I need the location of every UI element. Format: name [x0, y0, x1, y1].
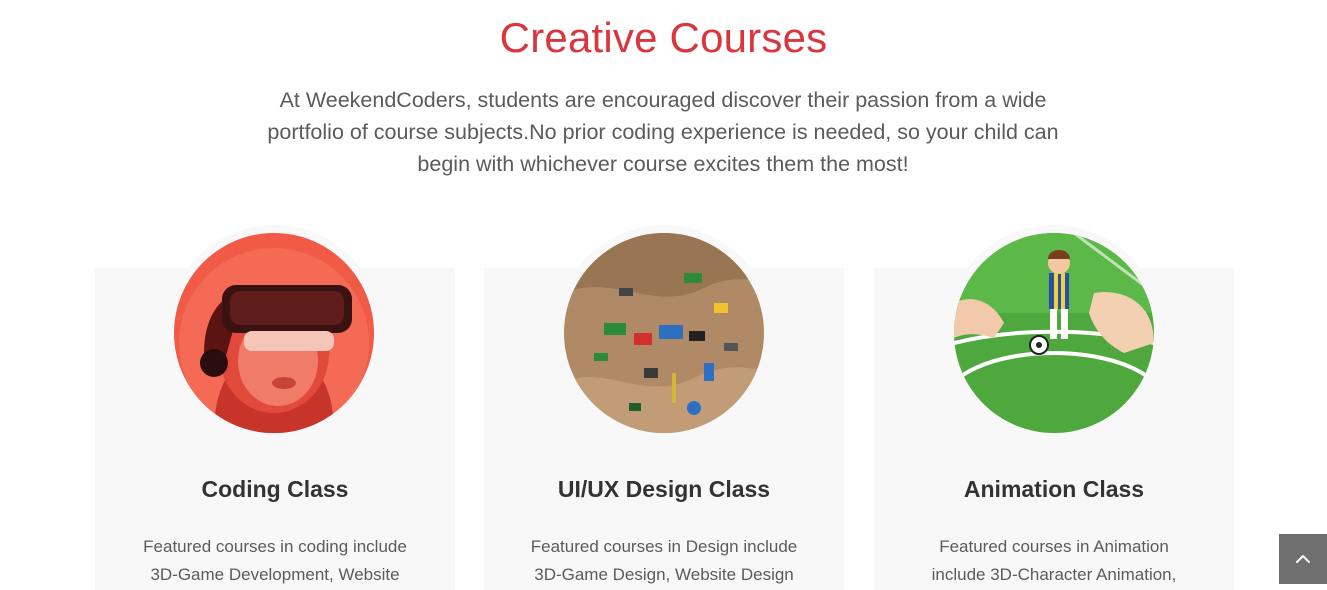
course-description: Featured courses in Animation include 3D…	[931, 537, 1177, 584]
lego-pieces-photo	[564, 233, 764, 433]
course-title: Animation Class	[963, 476, 1145, 502]
course-description: Featured courses in Design include 3D-Ga…	[530, 537, 798, 584]
section-title: Creative Courses	[499, 14, 828, 61]
scroll-to-top-button[interactable]	[1279, 534, 1327, 584]
vr-headset-photo	[174, 233, 374, 433]
chevron-up-icon	[1296, 555, 1310, 563]
course-title: UI/UX Design Class	[557, 476, 771, 502]
football-figure-photo	[954, 233, 1154, 433]
course-description: Featured courses in coding include 3D-Ga…	[143, 537, 407, 584]
section-intro: At WeekendCoders, students are encourage…	[267, 88, 1059, 176]
course-title: Coding Class	[201, 476, 349, 502]
